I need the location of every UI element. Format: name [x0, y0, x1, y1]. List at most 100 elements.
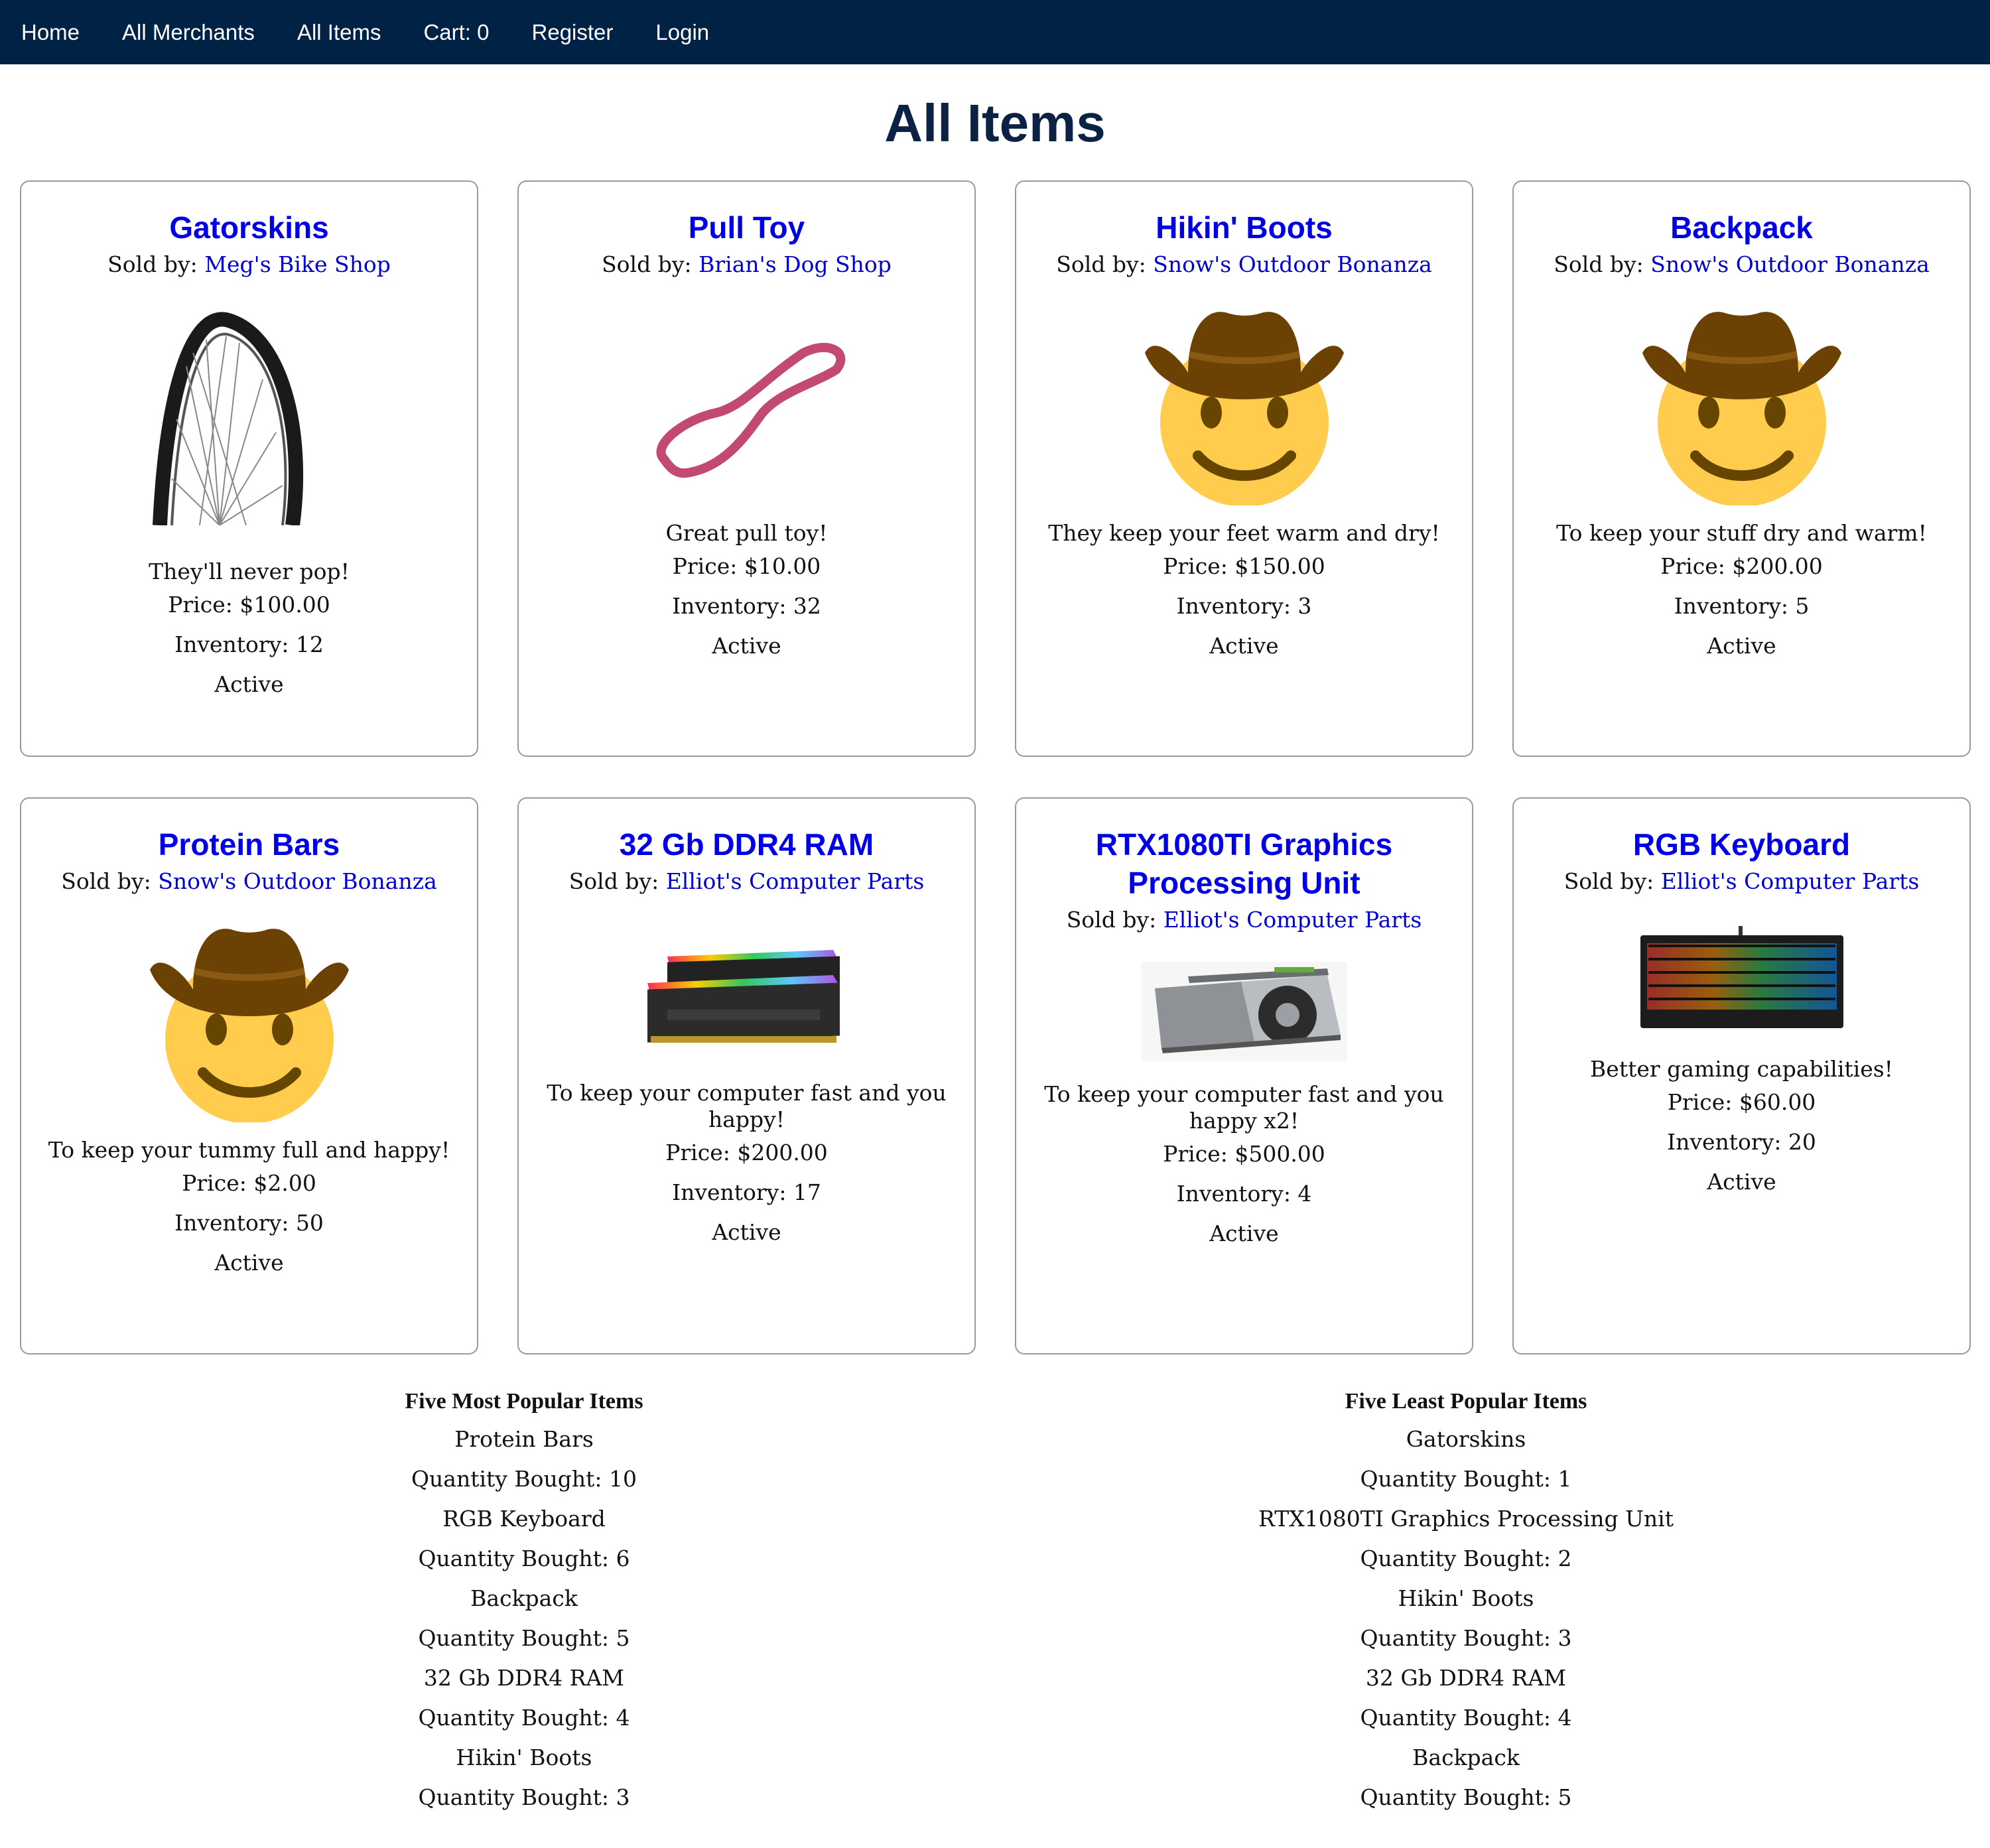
pull-toy-image: [656, 342, 845, 478]
most-popular-line: Quantity Bought: 4: [418, 1705, 630, 1731]
item-price: Price: $10.00: [672, 553, 821, 579]
item-price: Price: $2.00: [182, 1170, 316, 1196]
navbar: Home All Merchants All Items Cart: 0 Reg…: [0, 0, 1990, 64]
item-name-link[interactable]: Backpack: [1514, 208, 1969, 247]
merchant-link[interactable]: Snow's Outdoor Bonanza: [1153, 251, 1432, 277]
sold-by: Sold by: Meg's Bike Shop: [107, 251, 391, 277]
item-card: RGB Keyboard Sold by: Elliot's Computer …: [1512, 797, 1971, 1354]
least-popular-line: RTX1080TI Graphics Processing Unit: [1258, 1506, 1674, 1532]
nav-cart-link[interactable]: Cart: 0: [423, 20, 489, 45]
item-card: Backpack Sold by: Snow's Outdoor Bonanza…: [1512, 180, 1971, 757]
item-description: They keep your feet warm and dry!: [1048, 520, 1440, 546]
least-popular-section: Five Least Popular Items Gatorskins Quan…: [1234, 1384, 1698, 1817]
most-popular-title: Five Most Popular Items: [405, 1389, 643, 1414]
item-description: They'll never pop!: [149, 559, 350, 584]
most-popular-line: RGB Keyboard: [442, 1506, 606, 1532]
item-status: Active: [712, 1219, 781, 1245]
least-popular-line: Gatorskins: [1406, 1426, 1526, 1452]
item-card: 32 Gb DDR4 RAM Sold by: Elliot's Compute…: [517, 797, 976, 1354]
item-name-link[interactable]: RGB Keyboard: [1514, 825, 1969, 864]
sold-by: Sold by: Elliot's Computer Parts: [1563, 868, 1920, 894]
item-price: Price: $150.00: [1163, 553, 1325, 579]
item-inventory: Inventory: 50: [174, 1210, 324, 1236]
item-status: Active: [1707, 633, 1776, 659]
item-name-link[interactable]: Hikin' Boots: [1016, 208, 1472, 247]
sold-by: Sold by: Elliot's Computer Parts: [568, 868, 925, 894]
item-description: To keep your stuff dry and warm!: [1556, 520, 1927, 546]
least-popular-line: Quantity Bought: 1: [1360, 1466, 1572, 1492]
item-card: RTX1080TI Graphics Processing Unit Sold …: [1015, 797, 1473, 1354]
item-card: Pull Toy Sold by: Brian's Dog Shop Great…: [517, 180, 976, 757]
item-inventory: Inventory: 12: [174, 631, 324, 657]
item-price: Price: $200.00: [1660, 553, 1823, 579]
least-popular-line: 32 Gb DDR4 RAM: [1365, 1665, 1567, 1691]
least-popular-line: Backpack: [1412, 1745, 1520, 1770]
item-inventory: Inventory: 17: [672, 1179, 821, 1205]
item-name-link[interactable]: RTX1080TI Graphics Processing Unit: [1016, 825, 1472, 902]
least-popular-line: Quantity Bought: 3: [1360, 1625, 1572, 1651]
item-description: To keep your computer fast and you happy…: [547, 1080, 947, 1132]
least-popular-line: Quantity Bought: 5: [1360, 1784, 1572, 1810]
merchant-link[interactable]: Meg's Bike Shop: [204, 251, 391, 277]
item-inventory: Inventory: 32: [672, 593, 821, 619]
item-inventory: Inventory: 3: [1176, 593, 1312, 619]
item-description: To keep your computer fast and you happy…: [1044, 1081, 1444, 1134]
most-popular-line: Quantity Bought: 10: [411, 1466, 637, 1492]
merchant-link[interactable]: Elliot's Computer Parts: [1661, 868, 1920, 894]
merchant-link[interactable]: Snow's Outdoor Bonanza: [158, 868, 437, 894]
merchant-link[interactable]: Elliot's Computer Parts: [1163, 907, 1422, 933]
most-popular-line: Protein Bars: [454, 1426, 594, 1452]
item-name-link[interactable]: 32 Gb DDR4 RAM: [519, 825, 974, 864]
merchant-link[interactable]: Snow's Outdoor Bonanza: [1650, 251, 1930, 277]
item-status: Active: [1209, 1221, 1279, 1246]
nav-register-link[interactable]: Register: [532, 20, 614, 45]
cowboy-emoji-image: [1144, 312, 1344, 505]
rgb-keyboard-image: [1640, 926, 1843, 1028]
sold-by: Sold by: Elliot's Computer Parts: [1066, 907, 1422, 933]
item-description: To keep your tummy full and happy!: [48, 1137, 450, 1163]
cowboy-emoji-image: [1642, 312, 1841, 505]
item-price: Price: $60.00: [1667, 1089, 1816, 1115]
least-popular-line: Quantity Bought: 4: [1360, 1705, 1572, 1731]
nav-all-items-link[interactable]: All Items: [297, 20, 381, 45]
most-popular-line: Quantity Bought: 3: [418, 1784, 630, 1810]
least-popular-title: Five Least Popular Items: [1345, 1389, 1587, 1414]
most-popular-line: Quantity Bought: 5: [418, 1625, 630, 1651]
most-popular-section: Five Most Popular Items Protein Bars Qua…: [292, 1384, 756, 1817]
item-description: Better gaming capabilities!: [1590, 1056, 1893, 1082]
item-inventory: Inventory: 20: [1667, 1129, 1816, 1155]
most-popular-line: 32 Gb DDR4 RAM: [423, 1665, 625, 1691]
item-status: Active: [214, 1250, 284, 1276]
nav-all-merchants-link[interactable]: All Merchants: [122, 20, 255, 45]
item-price: Price: $200.00: [665, 1140, 828, 1165]
item-card: Gatorskins Sold by: Meg's Bike Shop They…: [20, 180, 478, 757]
item-card: Hikin' Boots Sold by: Snow's Outdoor Bon…: [1015, 180, 1473, 757]
item-price: Price: $500.00: [1163, 1141, 1325, 1167]
item-card: Protein Bars Sold by: Snow's Outdoor Bon…: [20, 797, 478, 1354]
item-description: Great pull toy!: [665, 520, 828, 546]
item-price: Price: $100.00: [168, 592, 330, 618]
least-popular-line: Hikin' Boots: [1398, 1585, 1534, 1611]
merchant-link[interactable]: Elliot's Computer Parts: [666, 868, 925, 894]
least-popular-line: Quantity Bought: 2: [1360, 1546, 1572, 1571]
sold-by: Sold by: Snow's Outdoor Bonanza: [1554, 251, 1930, 277]
merchant-link[interactable]: Brian's Dog Shop: [698, 251, 892, 277]
item-name-link[interactable]: Protein Bars: [21, 825, 477, 864]
item-inventory: Inventory: 5: [1674, 593, 1810, 619]
graphics-card-image: [1141, 962, 1347, 1061]
cowboy-emoji-image: [149, 929, 349, 1122]
sold-by: Sold by: Snow's Outdoor Bonanza: [61, 868, 437, 894]
item-name-link[interactable]: Gatorskins: [21, 208, 477, 247]
item-name-link[interactable]: Pull Toy: [519, 208, 974, 247]
nav-login-link[interactable]: Login: [655, 20, 709, 45]
item-status: Active: [1707, 1169, 1776, 1195]
item-inventory: Inventory: 4: [1176, 1181, 1312, 1207]
nav-home-link[interactable]: Home: [21, 20, 80, 45]
ram-sticks-image: [647, 950, 840, 1043]
item-status: Active: [214, 671, 284, 697]
most-popular-line: Backpack: [470, 1585, 578, 1611]
most-popular-line: Quantity Bought: 6: [418, 1546, 630, 1571]
item-status: Active: [1209, 633, 1279, 659]
most-popular-line: Hikin' Boots: [456, 1745, 592, 1770]
sold-by: Sold by: Brian's Dog Shop: [602, 251, 892, 277]
